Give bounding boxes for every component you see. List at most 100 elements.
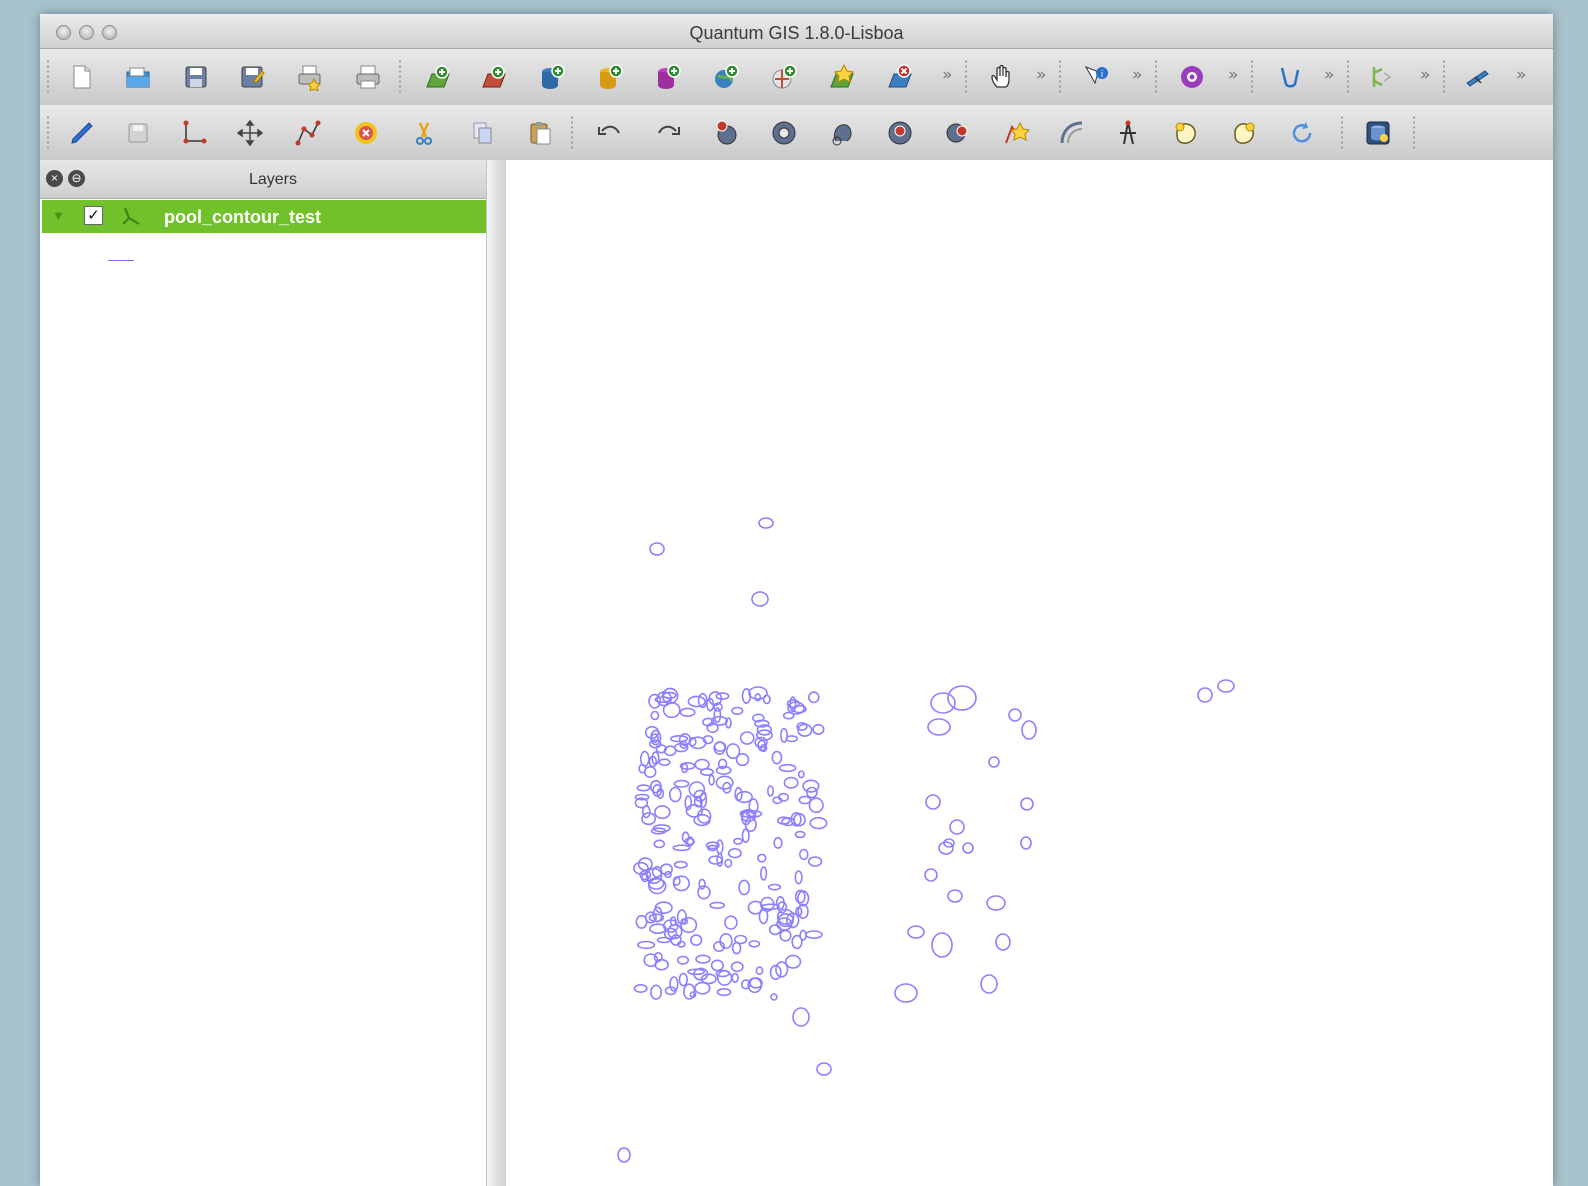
- paste-features-icon[interactable]: [526, 119, 554, 147]
- layer-visibility-checkbox[interactable]: ✓: [84, 206, 103, 225]
- add-wcs-layer-icon[interactable]: [770, 63, 798, 91]
- toolbar-overflow-chevron[interactable]: »: [1132, 65, 1142, 85]
- print-icon[interactable]: [354, 63, 382, 91]
- contour-shape: [708, 855, 723, 865]
- label-icon[interactable]: [1464, 63, 1492, 91]
- toggle-editing-icon[interactable]: [68, 119, 96, 147]
- toolbar-grip[interactable]: [1442, 59, 1446, 95]
- toolbar-overflow-chevron[interactable]: »: [942, 65, 952, 85]
- contour-shape: [650, 984, 663, 1000]
- save-edits-icon[interactable]: [124, 119, 152, 147]
- toolbar-overflow-chevron[interactable]: »: [1420, 65, 1430, 85]
- delete-selected-icon[interactable]: [352, 119, 380, 147]
- contour-shape: [673, 860, 688, 869]
- save-project-icon[interactable]: [182, 63, 210, 91]
- contour-shape: [672, 844, 691, 852]
- move-feature-icon[interactable]: [236, 119, 264, 147]
- contour-shape: [1217, 679, 1235, 693]
- toolbar-overflow-chevron[interactable]: »: [1036, 65, 1046, 85]
- panel-splitter[interactable]: [486, 160, 508, 1186]
- toolbar-overflow-chevron[interactable]: »: [1228, 65, 1238, 85]
- contour-shape: [653, 839, 666, 849]
- simplify-feature-icon[interactable]: [712, 119, 740, 147]
- contour-shape: [783, 776, 799, 789]
- toolbar-grip[interactable]: [1250, 59, 1254, 95]
- toolbar-grip[interactable]: [46, 115, 50, 151]
- toolbar-grip[interactable]: [1412, 115, 1416, 151]
- rotate-symbols-icon[interactable]: [1288, 119, 1316, 147]
- plugin-icon[interactable]: [1276, 63, 1304, 91]
- new-print-composer-icon[interactable]: [296, 63, 324, 91]
- toolbar-grip[interactable]: [398, 59, 402, 95]
- contour-shape: [735, 790, 753, 804]
- toolbar-grip[interactable]: [1058, 59, 1062, 95]
- gps-icon[interactable]: [1178, 63, 1206, 91]
- open-project-icon[interactable]: [124, 63, 152, 91]
- layers-panel-title: Layers: [248, 171, 298, 188]
- toolbar-overflow-chevron[interactable]: »: [1516, 65, 1526, 85]
- contour-shape: [725, 743, 741, 760]
- digitize-icon[interactable]: [1368, 63, 1396, 91]
- contour-shape: [654, 805, 671, 820]
- map-canvas[interactable]: [506, 160, 1553, 1186]
- toolbar-grip[interactable]: [1154, 59, 1158, 95]
- contour-shape: [673, 779, 690, 788]
- add-vector-layer-icon[interactable]: [424, 63, 452, 91]
- toolbar-grip[interactable]: [1346, 59, 1350, 95]
- contour-shape: [724, 858, 733, 868]
- add-spatialite-layer-icon[interactable]: [596, 63, 624, 91]
- add-mssql-layer-icon[interactable]: [654, 63, 682, 91]
- delete-ring-icon[interactable]: [886, 119, 914, 147]
- add-part-icon[interactable]: [828, 119, 856, 147]
- contour-shape: [676, 955, 690, 965]
- contour-shape: [731, 972, 739, 984]
- add-raster-layer-icon[interactable]: [480, 63, 508, 91]
- contour-shape: [695, 954, 711, 964]
- redo-icon[interactable]: [654, 119, 682, 147]
- contour-shape: [668, 786, 682, 803]
- cut-features-icon[interactable]: [410, 119, 438, 147]
- layer-name: pool_contour_test: [164, 207, 322, 227]
- layer-item[interactable]: ▼ ✓ pool_contour_test: [42, 200, 486, 233]
- pan-icon[interactable]: [988, 63, 1016, 91]
- merge-features-icon[interactable]: [1172, 119, 1200, 147]
- add-feature-icon[interactable]: [180, 119, 208, 147]
- merge-attributes-icon[interactable]: [1230, 119, 1258, 147]
- contour-shape: [807, 856, 823, 867]
- new-project-icon[interactable]: [68, 63, 96, 91]
- add-ring-icon[interactable]: [770, 119, 798, 147]
- save-as-icon[interactable]: [238, 63, 266, 91]
- add-wms-layer-icon[interactable]: [712, 63, 740, 91]
- toolbar-grip[interactable]: [46, 59, 50, 95]
- layers-panel-header: × ⊖ Layers: [40, 160, 506, 199]
- node-tool-icon[interactable]: [294, 119, 322, 147]
- contour-shape: [807, 691, 820, 704]
- contour-shape: [808, 797, 824, 814]
- copy-features-icon[interactable]: [468, 119, 496, 147]
- database-manager-icon[interactable]: [1364, 119, 1392, 147]
- toolbar-overflow-chevron[interactable]: »: [1324, 65, 1334, 85]
- add-postgis-layer-icon[interactable]: [538, 63, 566, 91]
- undo-icon[interactable]: [596, 119, 624, 147]
- offset-curve-icon[interactable]: [1058, 119, 1086, 147]
- main-toolbar: » » i » » » » »: [40, 49, 1553, 106]
- toolbar-grip[interactable]: [964, 59, 968, 95]
- contour-shape: [1008, 708, 1022, 722]
- reshape-features-icon[interactable]: [1002, 119, 1030, 147]
- split-features-icon[interactable]: [1114, 119, 1142, 147]
- contour-shape: [694, 758, 710, 771]
- contour-shape: [694, 981, 711, 995]
- identify-icon[interactable]: i: [1082, 63, 1110, 91]
- layer-legend-symbol: [108, 260, 134, 261]
- toolbar-grip[interactable]: [1340, 115, 1344, 151]
- remove-layer-icon[interactable]: [886, 63, 914, 91]
- map-contours: [617, 517, 1235, 1163]
- delete-part-icon[interactable]: [944, 119, 972, 147]
- contour-shape: [947, 889, 963, 903]
- contour-shape: [924, 868, 938, 882]
- contour-shape: [672, 875, 690, 892]
- new-shapefile-layer-icon[interactable]: [828, 63, 856, 91]
- expand-arrow-icon[interactable]: ▼: [52, 208, 65, 223]
- contour-shape: [639, 750, 650, 767]
- toolbar-grip[interactable]: [570, 115, 574, 151]
